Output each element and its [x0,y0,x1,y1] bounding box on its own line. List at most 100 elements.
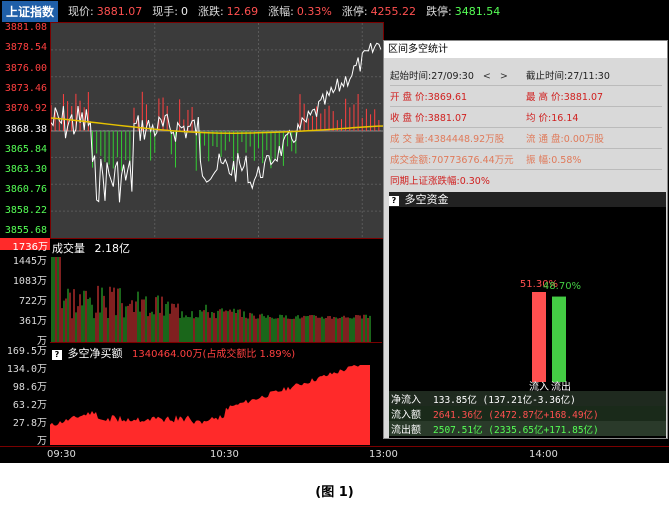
flow-row-key: 流入额 [391,410,421,421]
axis-tick: 3870.92 [4,103,47,115]
net-panel[interactable]: ? 多空净买额 1340464.00万(占成交额比 1.89%) [50,342,382,445]
price-axis: 3881.08 3878.54 3876.00 3873.46 3870.92 3868.… [0,22,50,237]
end-time-value: 27/11:30 [567,71,610,82]
sync-value: 0.30% [459,176,490,187]
index-name[interactable]: 上证指数 [2,0,59,22]
next-arrow-icon[interactable]: > [500,71,508,82]
help-icon[interactable]: ? [389,196,399,206]
open-cell: 开 盘 价:3869.61 [390,89,526,103]
axis-tick: 3858.22 [4,204,47,216]
high-label: 最 高 价: [526,92,564,103]
close-value: 3881.07 [427,113,468,124]
outflow-pct-label: 48.70% [543,281,581,292]
figure-caption: (图 1) [315,485,354,500]
flow-row: 流入额 2641.36亿 (2472.87亿+168.49亿) [389,406,666,421]
hand-value: 0 [180,4,188,18]
stats-row-close-avg: 收 盘 价:3881.07 均 价:16.14 [390,107,662,128]
axis-tick: 3878.54 [4,42,47,54]
flow-panel: ? 多空资金 51.30% 48.70% 流入 流出 净流入 133.85亿 (137.… [389,192,666,438]
flow-row: 净流入 133.85亿 (137.21亿-3.36亿) [389,391,666,406]
end-time-label: 截止时间: [526,71,568,82]
limit-down-label: 跌停: [426,5,452,18]
axis-tick: 169.5万 [6,346,47,357]
time-tick: 09:30 [47,449,76,460]
flow-row-value: 133.85亿 (137.21亿-3.36亿) [433,394,576,406]
price-label: 现价: [68,5,94,18]
start-time-cell: 起始时间:27/09:30 < > [390,68,526,82]
volume-total: 2.18亿 [94,242,131,255]
axis-tick: 3863.30 [4,164,47,176]
close-cell: 收 盘 价:3881.07 [390,110,526,124]
stats-row-volume: 成 交 量:4384448.92万股 流 通 盘:0.00万股 [390,128,662,149]
flow-row-key: 流出额 [391,425,421,436]
outflow-bar [552,296,566,382]
stats-grid: 起始时间:27/09:30 < > 截止时间:27/11:30 开 盘 价:38… [390,65,662,190]
volume-cell: 成 交 量:4384448.92万股 [390,131,526,145]
flow-row: 流出额 2507.51亿 (2335.65亿+171.85亿) [389,421,666,436]
open-value: 3869.61 [427,92,468,103]
axis-tick: 98.6万 [12,382,47,393]
stats-row-time: 起始时间:27/09:30 < > 截止时间:27/11:30 [390,65,662,86]
limit-down-value: 3481.54 [454,4,501,18]
axis-tick: 3876.00 [4,62,47,74]
price-value: 3881.07 [96,4,143,18]
stats-window-title[interactable]: 区间多空统计 [384,41,667,58]
axis-tick: 3868.38 [4,123,47,135]
flow-header: ? 多空资金 [389,192,666,207]
volume-title-row: 成交量 2.18亿 [52,240,130,256]
volume-panel[interactable]: 成交量 2.18亿 [50,238,382,342]
stock-chart-window: 上证指数 现价: 3881.07 现手: 0 涨跌: 12.69 涨幅: 0.3… [0,0,669,463]
axis-tick: 3865.84 [4,143,47,155]
sync-cell: 同期上证涨跌幅:0.30% [390,173,662,187]
interval-stats-window[interactable]: 区间多空统计 起始时间:27/09:30 < > 截止时间:27/11:30 开… [383,40,668,439]
volume-title: 成交量 [52,242,85,255]
axis-tick: 27.8万 [12,418,47,429]
axis-tick: 1083万 [12,276,47,287]
axis-tick: 3855.68 [4,225,47,236]
quote-header: 上证指数 现价: 3881.07 现手: 0 涨跌: 12.69 涨幅: 0.3… [0,0,669,22]
pct-value: 0.33% [296,4,332,18]
start-time-label: 起始时间: [390,71,432,82]
price-panel[interactable] [50,22,384,239]
axis-tick: 722万 [18,296,47,307]
net-area [50,365,370,445]
time-tick: 10:30 [210,449,239,460]
flow-row-value: 2507.51亿 (2335.65亿+171.85亿) [433,424,599,436]
limit-up-value: 4255.22 [370,4,417,18]
stats-row-open-high: 开 盘 价:3869.61 最 高 价:3881.07 [390,86,662,107]
float-label: 流 通 盘: [526,134,564,145]
net-title: 多空净买额 [67,347,123,360]
volume-axis: 1736万 1445万 1083万 722万 361万万 [0,238,50,347]
close-label: 收 盘 价: [390,113,428,124]
change-label: 涨跌: [197,5,224,18]
time-tick: 14:00 [529,449,558,460]
amount-label: 成交金额: [390,155,432,166]
inflow-bar [532,292,546,382]
amp-value: 0.58% [551,155,582,166]
avg-label: 均 价: [526,113,552,124]
float-value: 0.00万股 [563,134,604,145]
limit-up-label: 涨停: [341,5,368,18]
axis-tick: 63.2万 [12,400,47,411]
net-value: 1340464.00万(占成交额比 1.89%) [132,349,296,360]
start-time-value: 27/09:30 [431,71,474,82]
time-axis: 09:30 10:30 13:00 14:00 [0,446,669,464]
axis-tick: 3881.08 [4,22,47,33]
outflow-label: 流出 [551,380,571,391]
stats-row-sync: 同期上证涨跌幅:0.30% [390,170,662,190]
pct-label: 涨幅: [268,5,294,18]
high-value: 3881.07 [563,92,604,103]
help-icon[interactable]: ? [52,350,62,360]
change-value: 12.69 [226,4,259,18]
amount-cell: 成交金额:70773676.44万元 [390,152,526,166]
axis-tick: 134.0万 [6,364,47,375]
axis-tick: 3873.46 [4,82,47,94]
vol-value: 4384448.92万股 [427,134,505,145]
sync-label: 同期上证涨跌幅: [390,176,460,187]
flow-bar-chart: 51.30%48.70%流入 流出 [520,279,581,391]
avg-value: 16.14 [551,113,579,124]
axis-tick: 1445万 [12,256,47,267]
amount-value: 70773676.44万元 [431,155,514,166]
flow-title: 多空资金 [404,193,449,206]
prev-arrow-icon[interactable]: < [483,71,491,82]
